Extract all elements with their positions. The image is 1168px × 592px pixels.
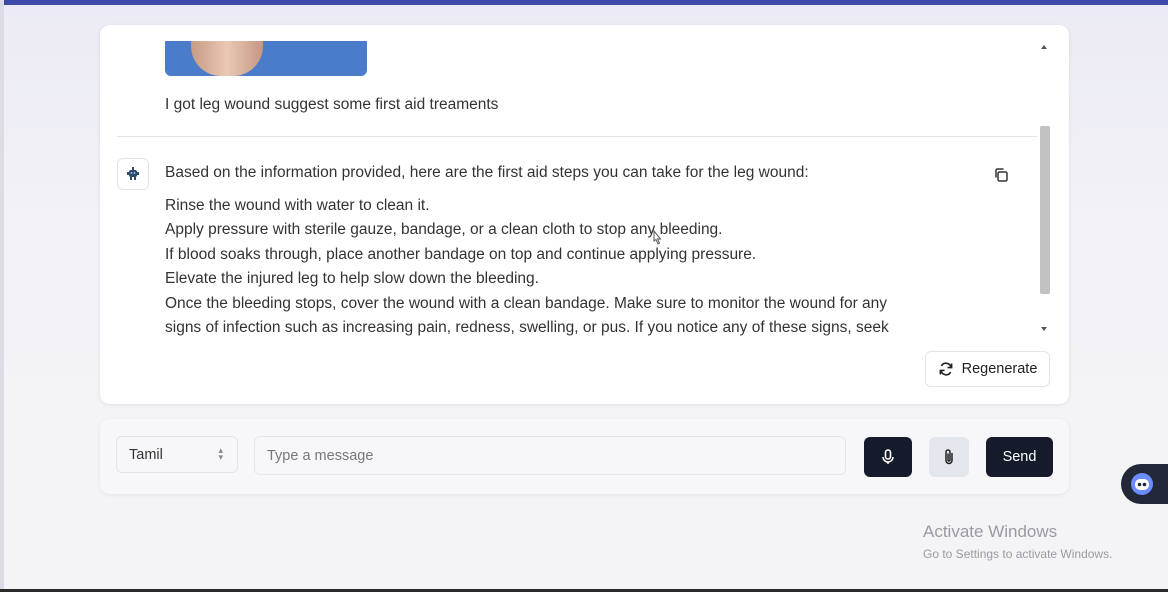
language-value: Tamil xyxy=(129,446,163,463)
scroll-thumb[interactable] xyxy=(1040,126,1050,294)
regenerate-label: Regenerate xyxy=(961,361,1038,377)
scroll-up-arrow-icon[interactable] xyxy=(1041,45,1047,49)
microphone-button[interactable] xyxy=(864,437,912,477)
language-select[interactable]: Tamil ▴ ▾ xyxy=(116,436,238,473)
regenerate-button[interactable]: Regenerate xyxy=(925,351,1050,387)
bot-response-line: Once the bleeding stops, cover the wound… xyxy=(165,294,888,312)
floating-chatbot-button[interactable] xyxy=(1121,464,1168,504)
mouse-cursor-icon xyxy=(653,230,662,245)
bot-response-line: If blood soaks through, place another ba… xyxy=(165,245,757,263)
paperclip-icon xyxy=(945,449,953,465)
attach-button[interactable] xyxy=(929,437,969,477)
window-left-edge xyxy=(0,0,4,592)
message-input[interactable] xyxy=(254,436,846,475)
chat-scrollbar[interactable] xyxy=(1037,42,1051,338)
browser-top-bar xyxy=(0,0,1168,5)
microphone-icon xyxy=(882,449,894,464)
bot-response-line: Apply pressure with sterile gauze, banda… xyxy=(165,221,723,238)
refresh-icon xyxy=(939,362,953,376)
user-message: I got leg wound suggest some first aid t… xyxy=(165,96,499,113)
bot-avatar-icon xyxy=(117,158,149,190)
watermark-title: Activate Windows xyxy=(923,522,1058,541)
chatbot-icon xyxy=(1131,473,1153,495)
bot-response-line: signs of infection such as increasing pa… xyxy=(165,319,889,336)
uploaded-wound-image[interactable] xyxy=(165,41,367,76)
leg-photo-content xyxy=(191,41,263,76)
activate-windows-watermark: Activate Windows Go to Settings to activ… xyxy=(923,522,1112,561)
chevron-up-down-icon: ▴ ▾ xyxy=(218,445,223,462)
bot-response-line: Elevate the injured leg to help slow dow… xyxy=(165,270,539,287)
copy-icon[interactable] xyxy=(991,165,1011,185)
bot-response: Based on the information provided, here … xyxy=(165,161,985,341)
message-composer: Tamil ▴▾ Send xyxy=(100,419,1069,494)
send-button[interactable]: Send xyxy=(986,437,1053,477)
bot-response-line: Rinse the wound with water to clean it. xyxy=(165,196,430,214)
watermark-subtitle: Go to Settings to activate Windows. xyxy=(923,547,1113,561)
message-divider xyxy=(117,136,1037,137)
bot-response-intro: Based on the information provided, here … xyxy=(165,164,809,181)
scroll-down-arrow-icon[interactable] xyxy=(1041,327,1047,331)
chat-panel: I got leg wound suggest some first aid t… xyxy=(100,25,1069,404)
